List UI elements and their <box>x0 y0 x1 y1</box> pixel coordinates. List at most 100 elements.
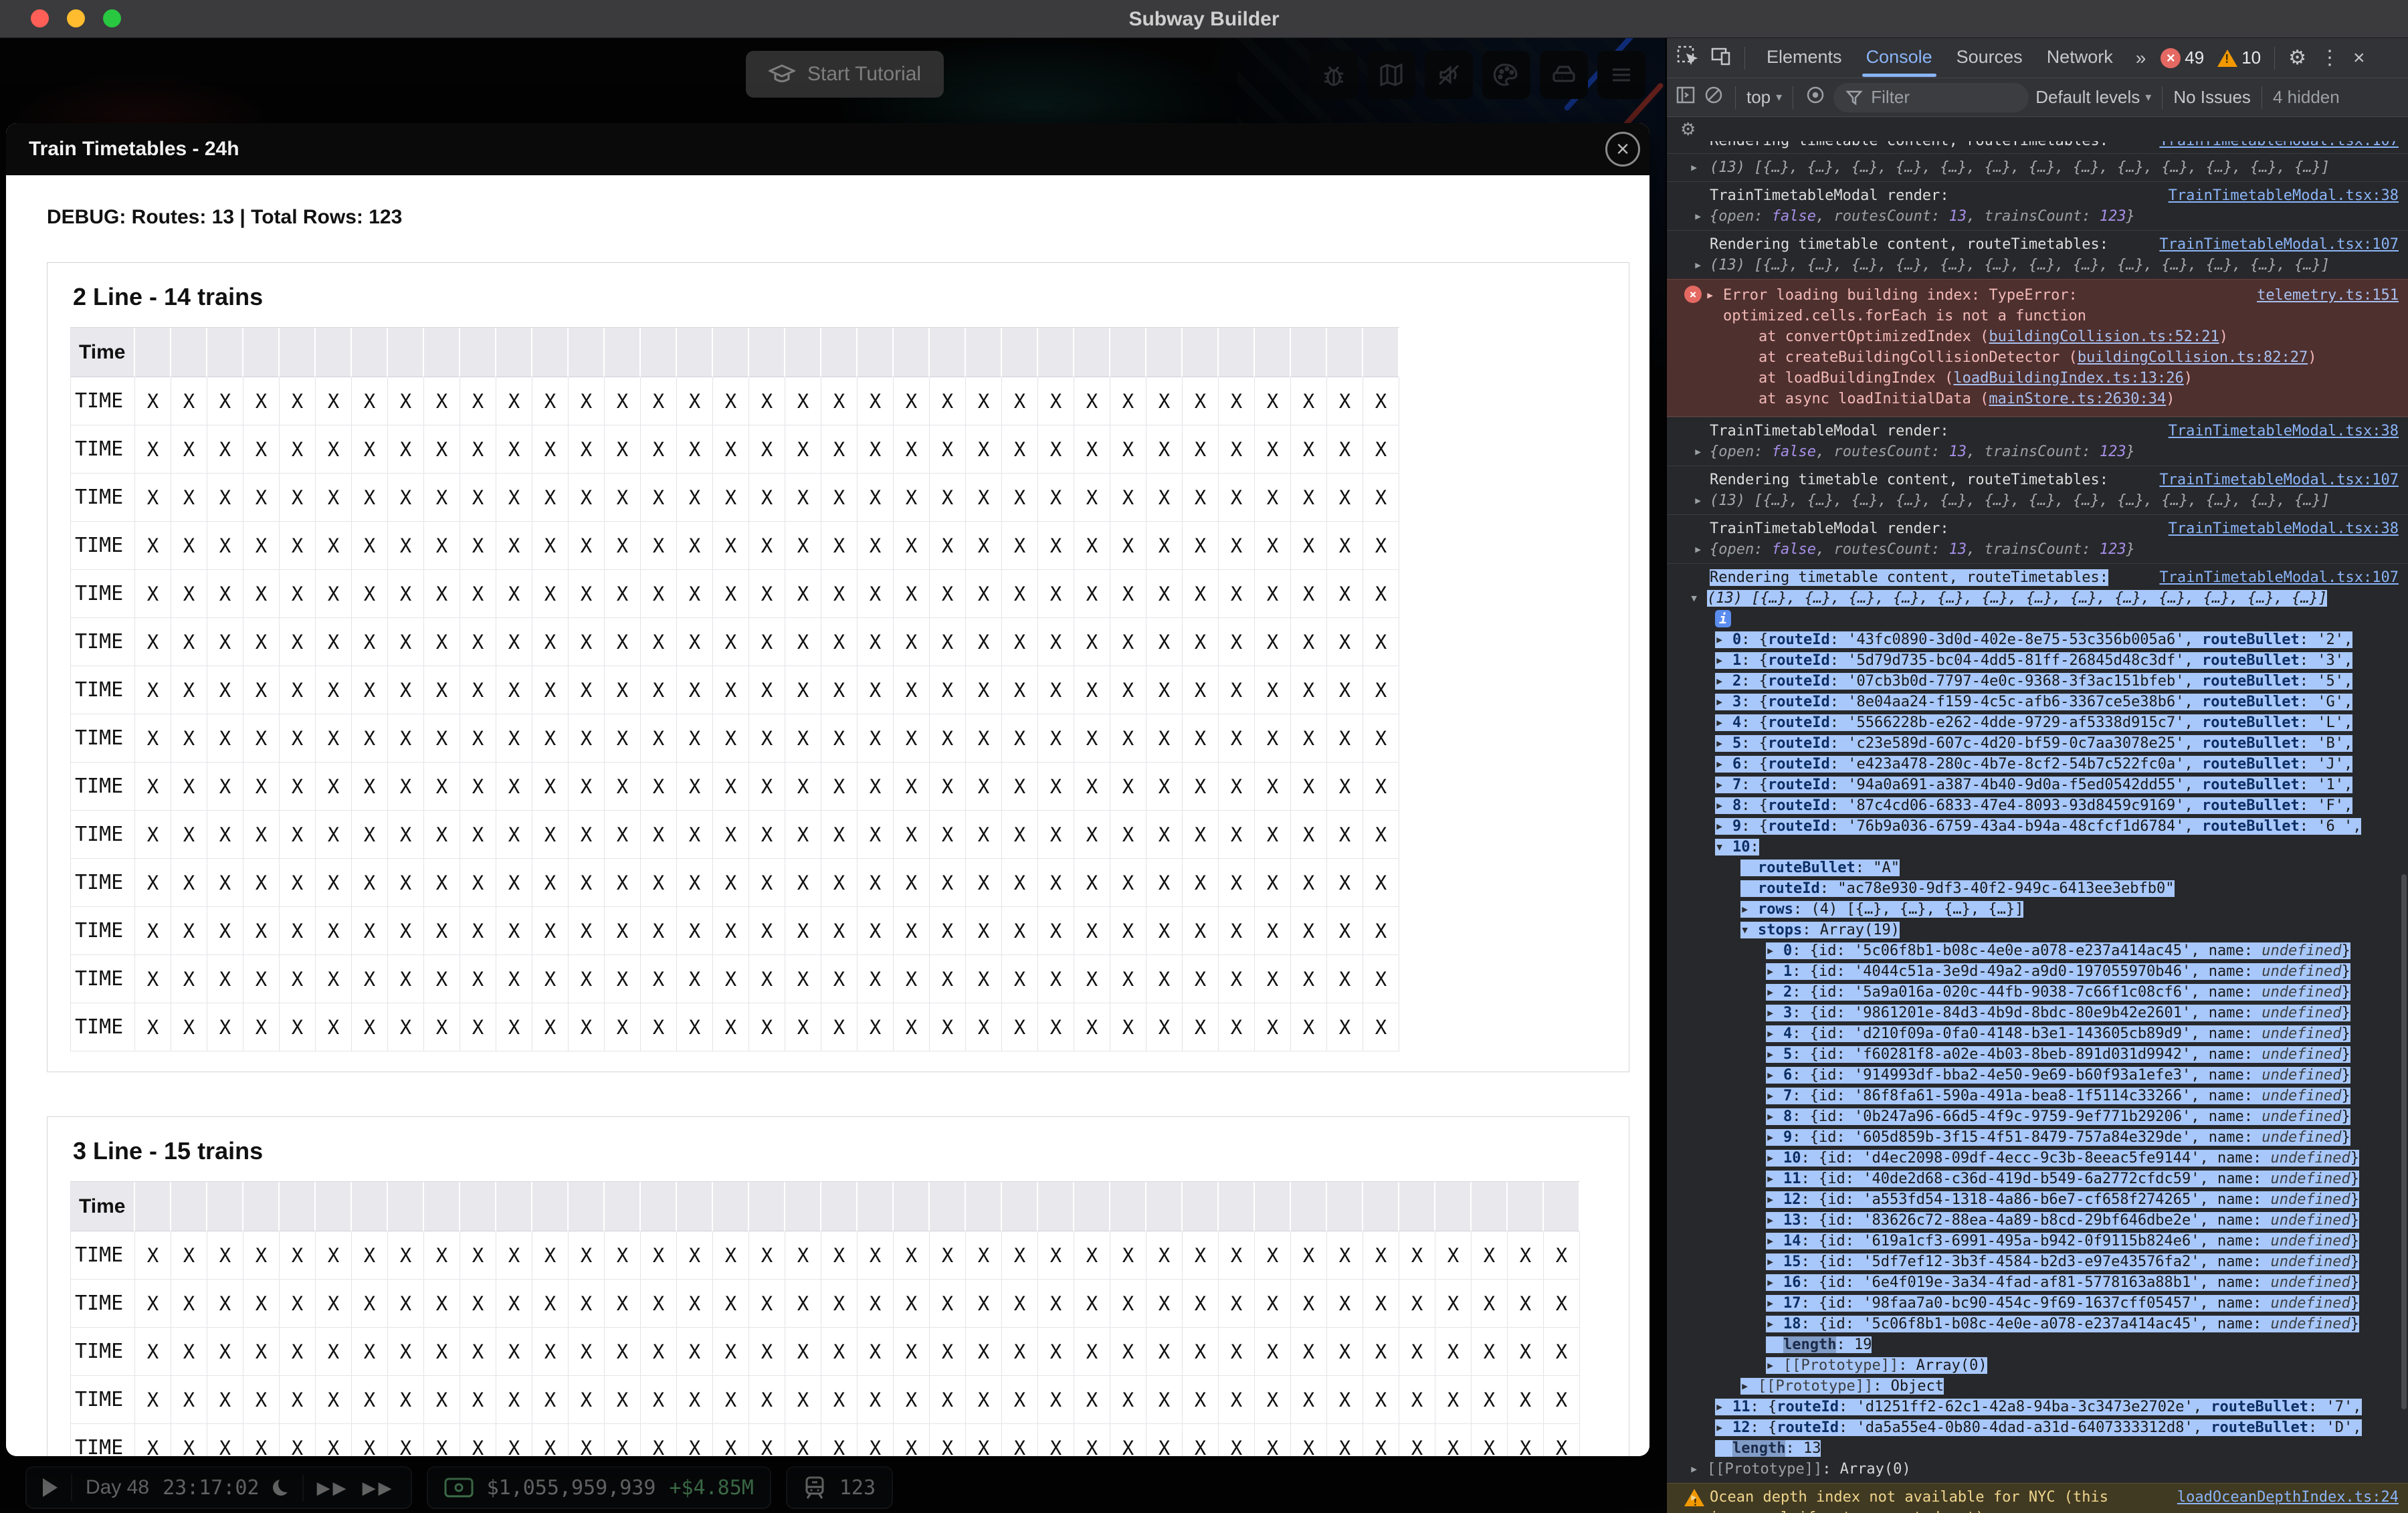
console-scrollbar[interactable] <box>2401 874 2407 1409</box>
tree-line[interactable]: ▸4: {id: 'd210f09a-0fa0-4148-b3e1-143605… <box>1687 1023 2399 1044</box>
tree-line[interactable]: ▸2: {routeId: '07cb3b0d-7797-4e0c-9368-3… <box>1687 671 2399 692</box>
tree-line[interactable]: ▸8: {id: '0b247a96-66d5-4f9c-9759-9ef771… <box>1687 1106 2399 1127</box>
tree-line[interactable]: ▾10: <box>1687 837 2399 858</box>
console-object-preview[interactable]: ▸(13) [{…}, {…}, {…}, {…}, {…}, {…}, {…}… <box>1710 490 2399 511</box>
console-error-message[interactable]: ×▸Error loading building index: TypeErro… <box>1667 279 2408 417</box>
tree-line[interactable]: ▸2: {id: '5a9a016a-020c-44fb-9038-7c66f1… <box>1687 982 2399 1003</box>
tree-line[interactable]: ▸10: {id: 'd4ec2098-09df-4ecc-9c3b-8eeac… <box>1687 1148 2399 1169</box>
console-object-preview[interactable]: ▸(13) [{…}, {…}, {…}, {…}, {…}, {…}, {…}… <box>1710 255 2399 276</box>
tree-line[interactable]: ▸5: {id: 'f60281f8-a02e-4b03-8beb-891d03… <box>1687 1044 2399 1065</box>
devtools-kebab-menu-button[interactable]: ⋮ <box>2316 46 2344 70</box>
console-message[interactable]: Rendering timetable content, routeTimeta… <box>1667 230 2408 279</box>
source-link[interactable]: mainStore.ts:2630:34 <box>1989 391 2166 407</box>
tree-line[interactable]: ▸16: {id: '6e4f019e-3a34-4fad-af81-57781… <box>1687 1272 2399 1293</box>
tree-line[interactable]: ▾(13) [{…}, {…}, {…}, {…}, {…}, {…}, {…}… <box>1687 588 2399 609</box>
tree-line[interactable]: length: 13 <box>1687 1438 2399 1459</box>
console-message[interactable]: TrainTimetableModal render:TrainTimetabl… <box>1667 181 2408 230</box>
tree-line[interactable]: ▸7: {id: '86f8fa61-590a-491a-bea8-1f5114… <box>1687 1086 2399 1106</box>
console-settings-gear-button[interactable]: ⚙ <box>1676 119 1700 140</box>
tree-line[interactable]: ▸3: {routeId: '8e04aa24-f159-4c5c-afb6-3… <box>1687 692 2399 712</box>
source-link[interactable]: TrainTimetableModal.tsx:107 <box>2159 141 2399 151</box>
console-object-preview[interactable]: ▸{open: false, routesCount: 13, trainsCo… <box>1710 206 2399 227</box>
console-sidebar-toggle[interactable] <box>1675 84 1696 110</box>
source-link[interactable]: TrainTimetableModal.tsx:107 <box>2159 567 2399 588</box>
tree-line[interactable]: length: 19 <box>1687 1334 2399 1355</box>
tree-line[interactable]: ▸4: {routeId: '5566228b-e262-4dde-9729-a… <box>1687 712 2399 733</box>
tree-line[interactable]: ▸0: {id: '5c06f8b1-b08c-4e0e-a078-e237a4… <box>1687 940 2399 961</box>
source-link[interactable]: TrainTimetableModal.tsx:107 <box>2159 234 2399 255</box>
log-levels-selector[interactable]: Default levels ▾ <box>2035 87 2151 108</box>
issues-counter[interactable]: No Issues <box>2173 87 2251 108</box>
timetable-cell: X <box>677 570 713 618</box>
tree-line[interactable]: ▸11: {routeId: 'd1251ff2-62c1-42a8-94ba-… <box>1687 1397 2399 1417</box>
tree-line[interactable]: ▸rows: (4) [{…}, {…}, {…}, {…}] <box>1687 899 2399 920</box>
tree-line[interactable]: ▸1: {routeId: '5d79d735-bc04-4dd5-81ff-2… <box>1687 650 2399 671</box>
clear-console-button[interactable] <box>1703 84 1724 110</box>
tree-line[interactable]: ▸15: {id: '5df7ef12-3b3f-4584-b2d3-e97e4… <box>1687 1251 2399 1272</box>
console-message[interactable]: TrainTimetableModal render:TrainTimetabl… <box>1667 514 2408 563</box>
tree-line[interactable]: ▸6: {routeId: 'e423a478-280c-4b7e-8cf2-5… <box>1687 754 2399 775</box>
tree-line[interactable]: i <box>1687 609 2399 629</box>
error-count-badge[interactable]: × 49 <box>2156 47 2208 68</box>
tree-line[interactable]: routeId: "ac78e930-9df3-40f2-949c-6413ee… <box>1687 878 2399 899</box>
tree-line[interactable]: ▸0: {routeId: '43fc0890-3d0d-402e-8e75-5… <box>1687 629 2399 650</box>
source-link[interactable]: TrainTimetableModal.tsx:107 <box>2159 470 2399 490</box>
console-expanded-message[interactable]: Rendering timetable content, routeTimeta… <box>1667 563 2408 1483</box>
source-link[interactable]: buildingCollision.ts:52:21 <box>1989 328 2219 345</box>
console-message[interactable]: Rendering timetable content, routeTimeta… <box>1667 141 2408 153</box>
source-link[interactable]: TrainTimetableModal.tsx:38 <box>2169 185 2399 206</box>
tree-line[interactable]: ▸9: {routeId: '76b9a036-6759-43a4-b94a-4… <box>1687 816 2399 837</box>
tree-line[interactable]: ▸[[Prototype]]: Array(0) <box>1687 1355 2399 1376</box>
tree-line[interactable]: ▸7: {routeId: '94a0a691-a387-4b40-9d0a-f… <box>1687 775 2399 795</box>
console-filter-input[interactable]: Filter <box>1833 83 2029 112</box>
tree-line[interactable]: ▸9: {id: '605d859b-3f15-4f51-8479-757a84… <box>1687 1127 2399 1148</box>
tree-line[interactable]: ▸[[Prototype]]: Object <box>1687 1376 2399 1397</box>
device-toolbar-button[interactable] <box>1707 45 1735 71</box>
tree-line[interactable]: ▸5: {routeId: 'c23e589d-607c-4d20-bf59-0… <box>1687 733 2399 754</box>
tab-network[interactable]: Network <box>2035 38 2125 78</box>
tree-line[interactable]: ▸[[Prototype]]: Array(0) <box>1687 1459 2399 1480</box>
console-object-preview[interactable]: ▸{open: false, routesCount: 13, trainsCo… <box>1710 539 2399 560</box>
console-warning-message[interactable]: ▸Ocean depth index not available for NYC… <box>1667 1483 2408 1513</box>
console-message[interactable]: Rendering timetable content, routeTimeta… <box>1667 466 2408 514</box>
tab-elements[interactable]: Elements <box>1754 38 1854 78</box>
timetable-cell: X <box>1219 1376 1255 1424</box>
source-link[interactable]: loadBuildingIndex.ts:13:26 <box>1953 370 2183 387</box>
tree-line[interactable]: ▸6: {id: '914993df-bba2-4e50-9e69-b60f93… <box>1687 1065 2399 1086</box>
tree-line[interactable]: ▾stops: Array(19) <box>1687 920 2399 940</box>
tree-line[interactable]: ▸17: {id: '98faa7a0-bc90-454c-9f69-1637c… <box>1687 1293 2399 1314</box>
more-tabs-icon[interactable]: » <box>2130 47 2152 69</box>
sidebar-panel-icon <box>1675 84 1696 106</box>
devtools-close-button[interactable]: × <box>2349 47 2369 70</box>
modal-close-button[interactable]: × <box>1605 132 1640 167</box>
hidden-messages-count[interactable]: 4 hidden <box>2273 87 2340 108</box>
warning-count-badge[interactable]: 10 <box>2213 47 2265 68</box>
tree-line[interactable]: ▸11: {id: '40de2d68-c36d-419d-b549-6a277… <box>1687 1169 2399 1189</box>
source-link[interactable]: telemetry.ts:151 <box>2257 285 2399 306</box>
timetable-cell: X <box>1327 1376 1363 1424</box>
source-link[interactable]: TrainTimetableModal.tsx:38 <box>2169 421 2399 441</box>
tree-line[interactable]: ▸12: {routeId: 'da5a55e4-0b80-4dad-a31d-… <box>1687 1417 2399 1438</box>
timetable-cell: X <box>243 425 280 474</box>
tree-line[interactable]: ▸3: {id: '9861201e-84d3-4b9d-8bdc-80e9b4… <box>1687 1003 2399 1023</box>
tree-line[interactable]: ▸14: {id: '619a1cf3-6991-495a-b942-0f911… <box>1687 1231 2399 1251</box>
tree-line[interactable]: ▸12: {id: 'a553fd54-1318-4a86-b6e7-cf658… <box>1687 1189 2399 1210</box>
console-message[interactable]: ▸(13) [{…}, {…}, {…}, {…}, {…}, {…}, {…}… <box>1667 153 2408 181</box>
tree-line[interactable]: ▸13: {id: '83626c72-88ea-4a89-b8cd-29bf6… <box>1687 1210 2399 1231</box>
tree-line[interactable]: ▸18: {id: '5c06f8b1-b08c-4e0e-a078-e237a… <box>1687 1314 2399 1334</box>
inspect-element-button[interactable] <box>1674 45 1702 71</box>
context-selector[interactable]: top ▾ <box>1746 87 1782 108</box>
source-link[interactable]: loadOceanDepthIndex.ts:24 <box>2177 1487 2399 1508</box>
devtools-settings-button[interactable]: ⚙ <box>2284 46 2310 70</box>
console-message[interactable]: TrainTimetableModal render:TrainTimetabl… <box>1667 417 2408 466</box>
tree-line[interactable]: routeBullet: "A" <box>1687 858 2399 878</box>
console-object-preview[interactable]: ▸{open: false, routesCount: 13, trainsCo… <box>1710 441 2399 462</box>
tree-line[interactable]: ▸1: {id: '4044c51a-3e9d-49a2-a9d0-197055… <box>1687 961 2399 982</box>
tree-line[interactable]: ▸8: {routeId: '87c4cd06-6833-47e4-8093-9… <box>1687 795 2399 816</box>
tab-sources[interactable]: Sources <box>1944 38 2035 78</box>
source-link[interactable]: buildingCollision.ts:82:27 <box>2078 349 2308 366</box>
source-link[interactable]: TrainTimetableModal.tsx:38 <box>2169 518 2399 539</box>
timetable-cell: X <box>1327 763 1363 811</box>
live-expression-button[interactable] <box>1804 84 1827 111</box>
tab-console[interactable]: Console <box>1854 38 1944 78</box>
